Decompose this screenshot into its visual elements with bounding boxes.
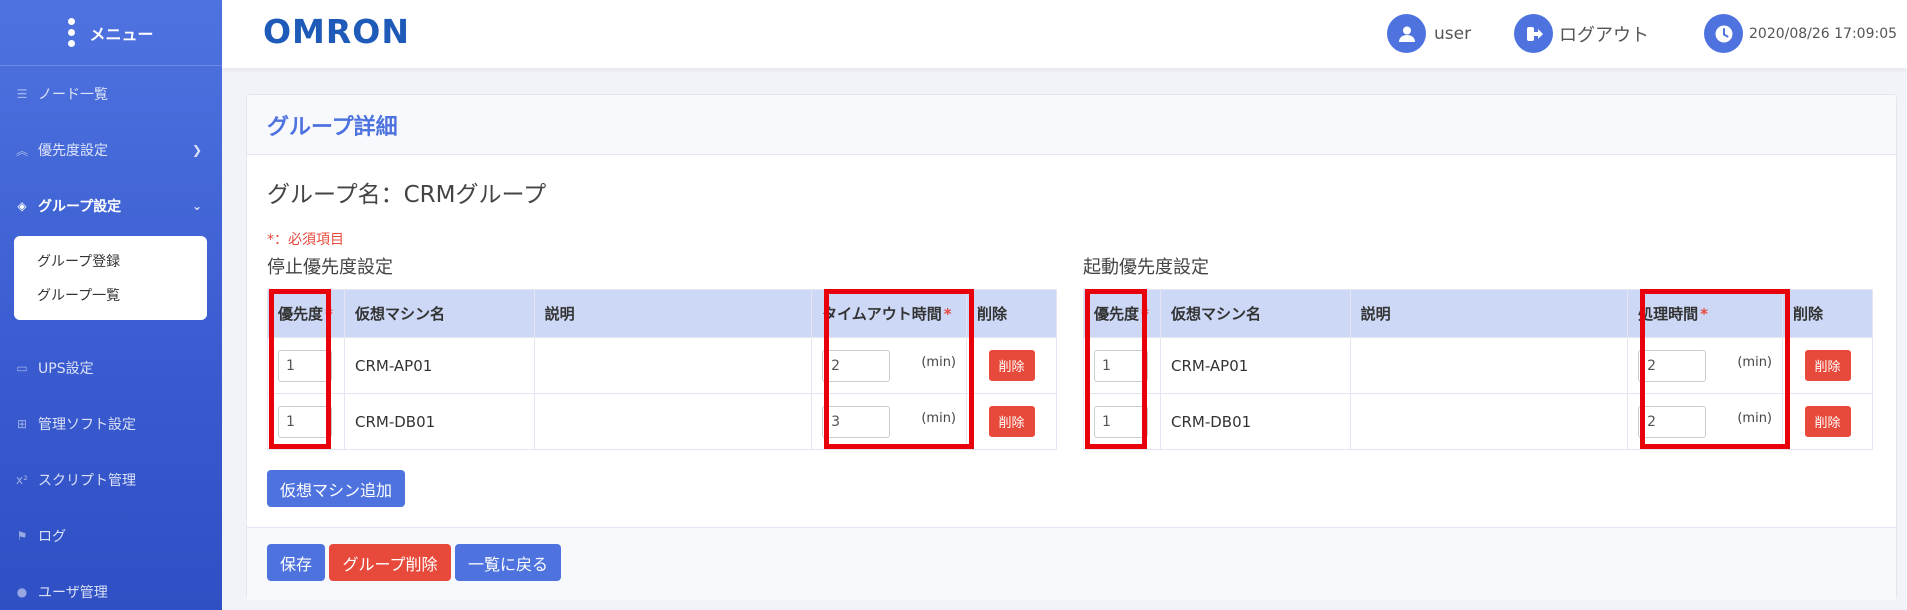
chevrons-up-icon: ︽ xyxy=(15,143,28,158)
delete-row-button[interactable]: 削除 xyxy=(988,350,1035,381)
superscript-icon: x² xyxy=(16,473,28,487)
sidebar-item-label: グループ設定 xyxy=(38,199,122,215)
group-detail-card: グループ詳細 グループ名：CRMグループ *：必須項目 停止優先度設定 起動優先… xyxy=(246,94,1897,600)
col-header-delete: 削除 xyxy=(966,289,1057,338)
col-header-vm-name: 仮想マシン名 xyxy=(1159,289,1351,338)
vm-description xyxy=(1349,337,1629,394)
start-priority-title: 起動優先度設定 xyxy=(1083,257,1209,278)
list-icon: ☰ xyxy=(16,87,28,101)
sidebar-item-label: スクリプト管理 xyxy=(38,473,136,489)
required-note: *：必須項目 xyxy=(267,232,344,248)
sidebar-menu-header[interactable]: メニュー xyxy=(0,0,222,66)
sidebar-item-users[interactable]: ● ユーザ管理 xyxy=(0,564,222,610)
sidebar-item-priority[interactable]: ︽ 優先度設定 ❯ xyxy=(0,122,222,178)
group-name: グループ名：CRMグループ xyxy=(267,182,547,208)
clock-icon xyxy=(1704,14,1743,53)
back-to-list-button[interactable]: 一覧に戻る xyxy=(455,544,561,581)
logout-icon xyxy=(1514,14,1553,53)
sidebar-item-label: UPS設定 xyxy=(38,361,94,377)
sidebar-item-node-list[interactable]: ☰ ノード一覧 xyxy=(0,66,222,122)
delete-row-button[interactable]: 削除 xyxy=(988,406,1035,437)
card-title: グループ詳細 xyxy=(247,95,1896,155)
user-icon xyxy=(1387,14,1426,53)
sidebar-item-label: ノード一覧 xyxy=(38,87,108,103)
group-submenu: グループ登録 グループ一覧 xyxy=(14,236,207,320)
sidebar-item-label: ユーザ管理 xyxy=(38,585,108,601)
save-button[interactable]: 保存 xyxy=(267,544,325,581)
vm-name: CRM-AP01 xyxy=(1159,337,1351,394)
submenu-group-list[interactable]: グループ一覧 xyxy=(14,278,207,312)
omron-logo: OMRON xyxy=(263,12,410,51)
layers-icon: ◈ xyxy=(17,199,27,213)
col-header-description: 説明 xyxy=(533,289,813,338)
topbar: OMRON user ログアウト 2020/08/26 17:09:05 xyxy=(222,0,1907,68)
sidebar-item-label: ログ xyxy=(38,529,66,545)
stop-priority-title: 停止優先度設定 xyxy=(267,257,393,278)
col-header-vm-name: 仮想マシン名 xyxy=(343,289,535,338)
highlight-stop-priority xyxy=(269,289,331,449)
highlight-stop-timeout xyxy=(824,289,974,449)
add-vm-button[interactable]: 仮想マシン追加 xyxy=(267,470,405,507)
highlight-start-process-time xyxy=(1640,289,1790,449)
vm-name: CRM-DB01 xyxy=(343,393,535,450)
vm-description xyxy=(533,393,813,450)
sidebar-item-group-settings[interactable]: ◈ グループ設定 ⌄ xyxy=(0,178,222,234)
vm-description xyxy=(1349,393,1629,450)
sidebar-item-label: 優先度設定 xyxy=(38,143,108,159)
sidebar-item-script[interactable]: x² スクリプト管理 xyxy=(0,452,222,508)
menu-title: メニュー xyxy=(89,24,154,44)
kebab-menu-icon xyxy=(68,18,76,47)
chevron-down-icon: ⌄ xyxy=(191,199,202,213)
sidebar-item-log[interactable]: ⚑ ログ xyxy=(0,508,222,564)
sidebar: メニュー ☰ ノード一覧 ︽ 優先度設定 ❯ ◈ グループ設定 ⌄ グループ登録… xyxy=(0,0,222,610)
vm-name: CRM-AP01 xyxy=(343,337,535,394)
sidebar-item-ups[interactable]: ▭ UPS設定 xyxy=(0,340,222,396)
sidebar-item-management-software[interactable]: ⊞ 管理ソフト設定 xyxy=(0,396,222,452)
vm-name: CRM-DB01 xyxy=(1159,393,1351,450)
user-icon: ● xyxy=(16,585,28,599)
delete-group-button[interactable]: グループ削除 xyxy=(329,544,451,581)
sidebar-item-label: 管理ソフト設定 xyxy=(38,417,136,433)
logout-button[interactable]: ログアウト xyxy=(1514,14,1649,53)
logout-label: ログアウト xyxy=(1559,24,1649,46)
flag-icon: ⚑ xyxy=(16,529,28,543)
col-header-description: 説明 xyxy=(1349,289,1629,338)
sitemap-icon: ⊞ xyxy=(16,417,28,431)
highlight-start-priority xyxy=(1085,289,1147,449)
user-name: user xyxy=(1434,23,1472,44)
battery-icon: ▭ xyxy=(16,361,28,375)
submenu-group-register[interactable]: グループ登録 xyxy=(14,244,207,278)
vm-description xyxy=(533,337,813,394)
datetime-text: 2020/08/26 17:09:05 xyxy=(1749,25,1898,42)
col-header-delete: 削除 xyxy=(1782,289,1873,338)
delete-row-button[interactable]: 削除 xyxy=(1804,406,1851,437)
chevron-right-icon: ❯ xyxy=(191,143,202,157)
delete-row-button[interactable]: 削除 xyxy=(1804,350,1851,381)
datetime-display: 2020/08/26 17:09:05 xyxy=(1704,14,1897,53)
user-menu[interactable]: user xyxy=(1387,14,1471,53)
